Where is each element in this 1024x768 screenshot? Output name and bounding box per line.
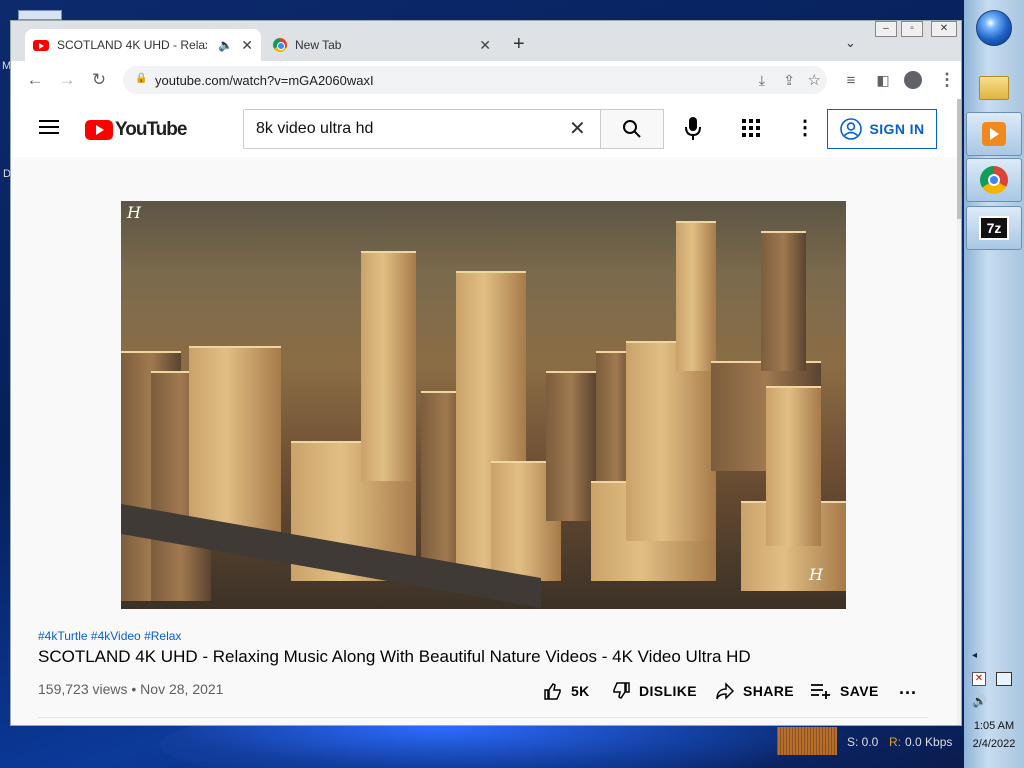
show-hidden-icons-icon[interactable]: ◂ <box>972 650 977 661</box>
share-icon[interactable]: ⇪ <box>783 72 795 89</box>
clock-time[interactable]: 1:05 AM <box>964 720 1024 732</box>
taskbar-explorer[interactable] <box>966 66 1022 110</box>
search-button[interactable] <box>600 109 664 149</box>
save-label: SAVE <box>840 683 879 699</box>
video-player[interactable]: H H <box>121 201 846 609</box>
share-label: SHARE <box>743 683 795 699</box>
net-meter: S: 0.0 R: 0.0 Kbps <box>775 727 965 757</box>
city-building <box>361 251 416 481</box>
taskbar-media-player[interactable] <box>966 112 1022 156</box>
tab-new-tab[interactable]: New Tab ✕ <box>265 29 499 61</box>
tab-title: New Tab <box>295 38 342 52</box>
city-building <box>546 371 596 521</box>
lock-icon[interactable]: 🔒 <box>135 73 147 85</box>
hamburger-menu-icon[interactable] <box>39 120 59 134</box>
city-building <box>189 346 281 546</box>
close-window-button[interactable]: ✕ <box>931 21 957 37</box>
tab-youtube[interactable]: SCOTLAND 4K UHD - Relaxi 🔈 ✕ <box>25 29 261 61</box>
seven-zip-icon: 7z <box>979 216 1009 240</box>
youtube-logo-text: YouTube <box>115 119 187 140</box>
city-building <box>676 221 716 371</box>
youtube-favicon-icon <box>33 39 49 51</box>
share-arrow-icon <box>716 682 735 700</box>
video-hashtags[interactable]: #4kTurtle #4kVideo #Relax <box>38 629 181 643</box>
watermark-top: H <box>127 203 141 222</box>
city-building <box>761 231 806 371</box>
more-actions-icon[interactable]: ··· <box>899 683 917 704</box>
net-send: S: 0.0 <box>847 735 879 749</box>
start-button[interactable] <box>976 10 1012 46</box>
menu-kebab-icon[interactable]: ⋮ <box>935 70 959 90</box>
tab-search-chevron-icon[interactable]: ⌄ <box>845 35 856 51</box>
volume-icon[interactable]: 🔊 <box>972 694 987 708</box>
reload-icon[interactable]: ↻ <box>87 70 111 90</box>
save-button[interactable]: SAVE <box>810 681 879 701</box>
back-icon[interactable]: ← <box>23 70 47 90</box>
media-control-icon[interactable]: ≡ <box>839 72 863 89</box>
taskbar-chrome[interactable] <box>966 158 1022 202</box>
scrollbar-thumb[interactable] <box>957 99 961 219</box>
tab-title: SCOTLAND 4K UHD - Relaxi <box>57 38 207 52</box>
like-count: 5K <box>571 683 590 699</box>
settings-kebab-icon[interactable]: ⋮ <box>795 115 815 140</box>
account-circle-icon <box>839 118 862 140</box>
clock-date[interactable]: 2/4/2022 <box>964 738 1024 750</box>
divider <box>38 717 928 718</box>
youtube-page: YouTube 8k video ultra hd ✕ ⋮ SIGN IN H … <box>11 99 961 725</box>
city-building <box>626 341 716 541</box>
youtube-header: YouTube 8k video ultra hd ✕ ⋮ SIGN IN <box>11 99 961 157</box>
dislike-label: DISLIKE <box>639 683 698 699</box>
sign-in-label: SIGN IN <box>869 121 925 137</box>
chrome-icon <box>980 166 1008 194</box>
browser-toolbar: ← → ↻ 🔒 youtube.com/watch?v=mGA2060waxI … <box>11 61 961 99</box>
city-building <box>766 386 821 546</box>
network-graph <box>777 727 837 755</box>
profile-icon[interactable] <box>904 71 922 89</box>
taskbar: 7z ◂ ✕ 🔊 <box>964 0 1024 768</box>
dislike-button[interactable]: DISLIKE <box>611 681 697 701</box>
desktop-icon-partial[interactable] <box>18 10 62 20</box>
minimize-button[interactable]: – <box>875 21 897 37</box>
watermark-bottom: H <box>809 565 823 584</box>
action-center-flag-icon[interactable]: ✕ <box>972 672 986 686</box>
page-scrollbar[interactable] <box>957 99 961 725</box>
apps-grid-icon[interactable] <box>742 119 760 137</box>
close-tab-icon[interactable]: ✕ <box>241 37 253 54</box>
thumbs-up-icon <box>544 683 561 700</box>
maximize-button[interactable]: ▫ <box>901 21 923 37</box>
tab-strip: SCOTLAND 4K UHD - Relaxi 🔈 ✕ New Tab ✕ +… <box>11 21 961 61</box>
sign-in-button[interactable]: SIGN IN <box>827 109 937 149</box>
address-bar[interactable]: 🔒 youtube.com/watch?v=mGA2060waxI ⤓ ⇪ ☆ <box>123 66 827 94</box>
youtube-logo[interactable]: YouTube <box>85 119 187 141</box>
like-button[interactable]: 5K <box>543 681 590 701</box>
share-button[interactable]: SHARE <box>715 681 794 701</box>
playlist-add-icon <box>811 684 830 699</box>
speaker-icon[interactable]: 🔈 <box>218 38 233 52</box>
browser-window: SCOTLAND 4K UHD - Relaxi 🔈 ✕ New Tab ✕ +… <box>10 20 962 726</box>
network-icon[interactable] <box>996 672 1012 686</box>
search-input[interactable]: 8k video ultra hd <box>243 109 601 149</box>
chrome-favicon-icon <box>273 38 287 52</box>
video-title: SCOTLAND 4K UHD - Relaxing Music Along W… <box>38 647 751 666</box>
net-recv: 0.0 Kbps <box>905 735 953 749</box>
thumbs-down-icon <box>613 682 630 699</box>
search-icon <box>623 120 641 138</box>
side-panel-icon[interactable]: ◧ <box>871 72 895 89</box>
url-text: youtube.com/watch?v=mGA2060waxI <box>155 72 374 88</box>
forward-icon[interactable]: → <box>55 70 79 90</box>
clear-search-icon[interactable]: ✕ <box>569 116 586 141</box>
taskbar-7zip[interactable]: 7z <box>966 206 1022 250</box>
views-date: 159,723 views • Nov 28, 2021 <box>38 681 224 697</box>
net-recv-label: R: <box>889 735 901 749</box>
microphone-icon[interactable] <box>681 115 705 143</box>
new-tab-icon[interactable]: + <box>513 33 525 56</box>
bookmark-star-icon[interactable]: ☆ <box>808 71 821 89</box>
close-tab-icon[interactable]: ✕ <box>479 37 491 54</box>
install-icon[interactable]: ⤓ <box>759 72 765 89</box>
folder-icon <box>979 76 1009 100</box>
youtube-play-icon <box>85 120 113 140</box>
media-player-icon <box>982 122 1006 146</box>
